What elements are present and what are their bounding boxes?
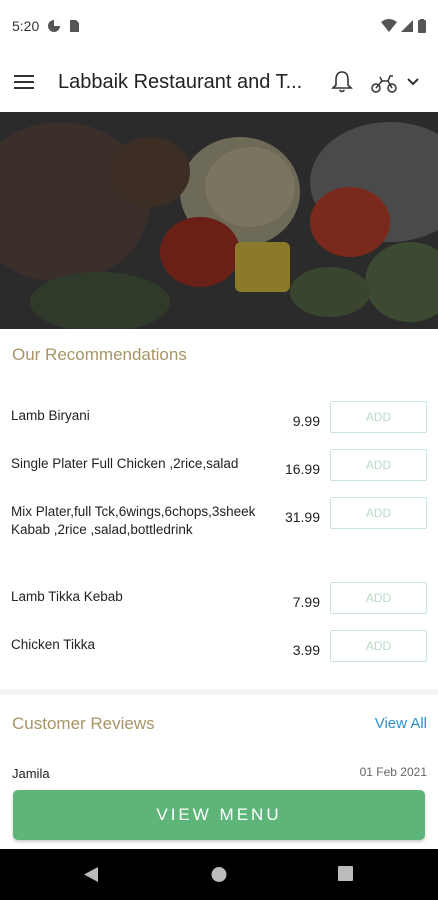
item-price: 16.99 xyxy=(284,461,320,477)
item-name: Single Plater Full Chicken ,2rice,salad xyxy=(11,456,239,471)
signal-icon xyxy=(401,20,413,32)
add-button[interactable]: ADD xyxy=(330,630,427,662)
add-button[interactable]: ADD xyxy=(330,497,427,529)
recommendations-title: Our Recommendations xyxy=(12,345,187,364)
sim-card-icon xyxy=(70,20,80,32)
bell-icon[interactable] xyxy=(329,69,355,95)
back-icon[interactable] xyxy=(83,866,99,883)
app-bar: Labbaik Restaurant and T... xyxy=(0,52,438,112)
battery-icon xyxy=(418,19,426,33)
delivery-scooter-icon[interactable] xyxy=(369,69,399,95)
item-price: 3.99 xyxy=(292,642,320,658)
chevron-down-icon[interactable] xyxy=(405,74,421,90)
home-icon[interactable] xyxy=(211,866,227,883)
wifi-icon xyxy=(381,19,397,32)
recents-icon[interactable] xyxy=(338,866,353,881)
hamburger-menu-icon[interactable] xyxy=(14,68,42,96)
restaurant-hero-image xyxy=(0,112,438,329)
add-button[interactable]: ADD xyxy=(330,582,427,614)
add-button[interactable]: ADD xyxy=(330,449,427,481)
status-bar: 5:20 xyxy=(0,0,438,52)
item-price: 9.99 xyxy=(292,413,320,429)
food-photo xyxy=(0,112,438,329)
item-name: Mix Plater,full Tck,6wings,6chops,3sheek… xyxy=(11,504,256,537)
item-name: Lamb Biryani xyxy=(11,408,90,423)
restaurant-title: Labbaik Restaurant and T... xyxy=(58,70,303,93)
item-price: 31.99 xyxy=(284,509,320,525)
reviews-header: Customer Reviews View All xyxy=(0,712,438,736)
item-name: Lamb Tikka Kebab xyxy=(11,589,123,604)
recommendations-section: Our Recommendations xyxy=(0,345,438,365)
review-date: 01 Feb 2021 xyxy=(359,765,427,779)
reviewer-name: Jamila xyxy=(12,766,50,781)
reviews-title: Customer Reviews xyxy=(12,714,155,733)
view-all-reviews-link[interactable]: View All xyxy=(375,715,427,732)
system-nav-bar xyxy=(0,849,438,900)
data-saver-icon xyxy=(48,20,61,32)
add-button[interactable]: ADD xyxy=(330,401,427,433)
status-time: 5:20 xyxy=(12,18,40,34)
item-price: 7.99 xyxy=(292,594,320,610)
item-name: Chicken Tikka xyxy=(11,637,96,652)
section-divider xyxy=(0,689,438,695)
status-right xyxy=(381,19,426,33)
view-menu-button[interactable]: VIEW MENU xyxy=(13,790,425,840)
review-item: Jamila 01 Feb 2021 xyxy=(0,764,438,784)
